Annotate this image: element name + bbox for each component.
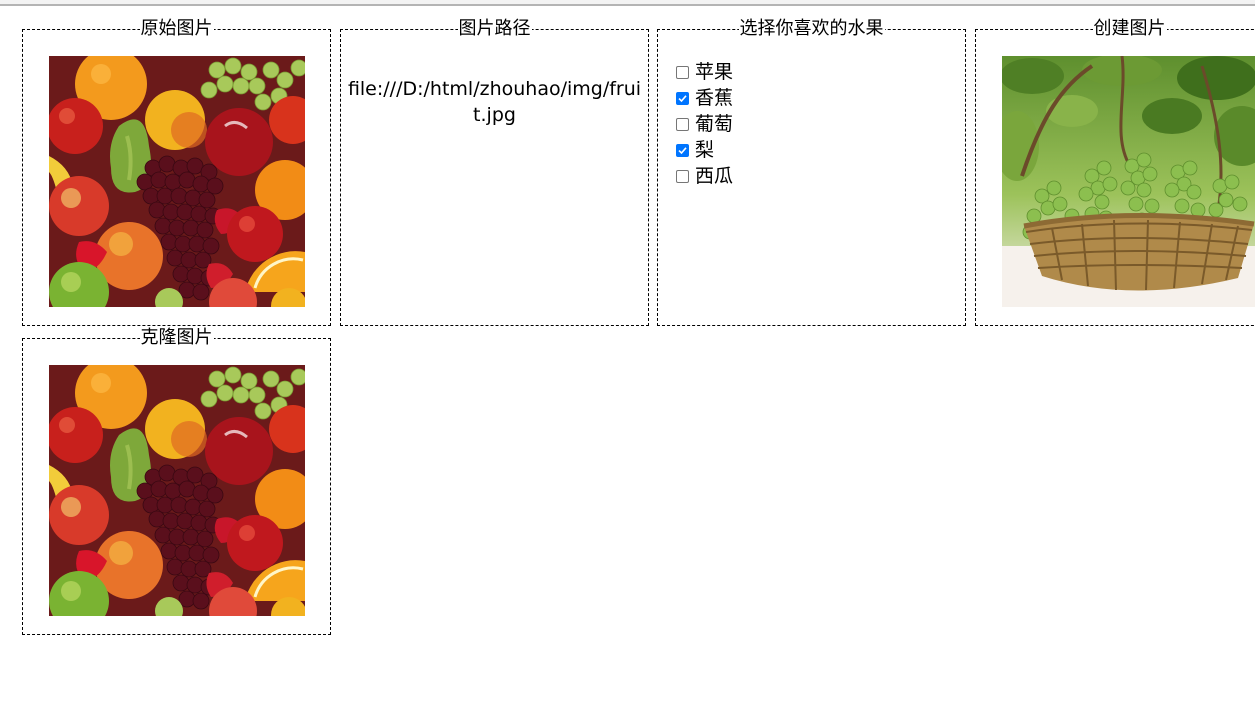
checkbox[interactable] xyxy=(676,91,689,105)
fruit-label: 香蕉 xyxy=(695,87,734,109)
image-path-panel: 图片路径 file:///D:/html/zhouhao/img/fruit.j… xyxy=(340,18,649,326)
fruit-option-apple[interactable]: 苹果 xyxy=(676,59,733,85)
image-path-text: file:///D:/html/zhouhao/img/fruit.jpg xyxy=(347,78,642,126)
checkbox[interactable] xyxy=(676,169,689,183)
checkbox[interactable] xyxy=(676,117,689,131)
panel-title: 创建图片 xyxy=(1092,18,1167,39)
fruit-label: 葡萄 xyxy=(695,113,734,135)
panel-title: 选择你喜欢的水果 xyxy=(738,18,885,39)
fruit-option-grape[interactable]: 葡萄 xyxy=(676,111,733,137)
checkbox[interactable] xyxy=(676,65,689,79)
panel-title: 原始图片 xyxy=(139,18,214,39)
original-image-panel: 原始图片 xyxy=(22,18,331,326)
grape-basket-image xyxy=(1002,56,1255,307)
created-image-panel: 创建图片 xyxy=(975,18,1255,326)
fruit-image xyxy=(49,56,305,307)
browser-top-edge xyxy=(0,0,1255,6)
fruit-checkbox-list: 苹果 香蕉 葡萄 梨 西瓜 xyxy=(676,59,733,189)
checkbox[interactable] xyxy=(676,143,689,157)
fruit-image-clone xyxy=(49,365,305,616)
fruit-option-pear[interactable]: 梨 xyxy=(676,137,733,163)
fruit-option-watermelon[interactable]: 西瓜 xyxy=(676,163,733,189)
fruit-option-banana[interactable]: 香蕉 xyxy=(676,85,733,111)
panel-title: 克隆图片 xyxy=(139,327,214,348)
fruit-choice-panel: 选择你喜欢的水果 苹果 香蕉 葡萄 梨 西瓜 xyxy=(657,18,966,326)
cloned-image-panel: 克隆图片 xyxy=(22,327,331,635)
fruit-label: 苹果 xyxy=(695,61,734,83)
fruit-label: 西瓜 xyxy=(695,165,734,187)
fruit-label: 梨 xyxy=(695,139,715,161)
panel-title: 图片路径 xyxy=(457,18,532,39)
